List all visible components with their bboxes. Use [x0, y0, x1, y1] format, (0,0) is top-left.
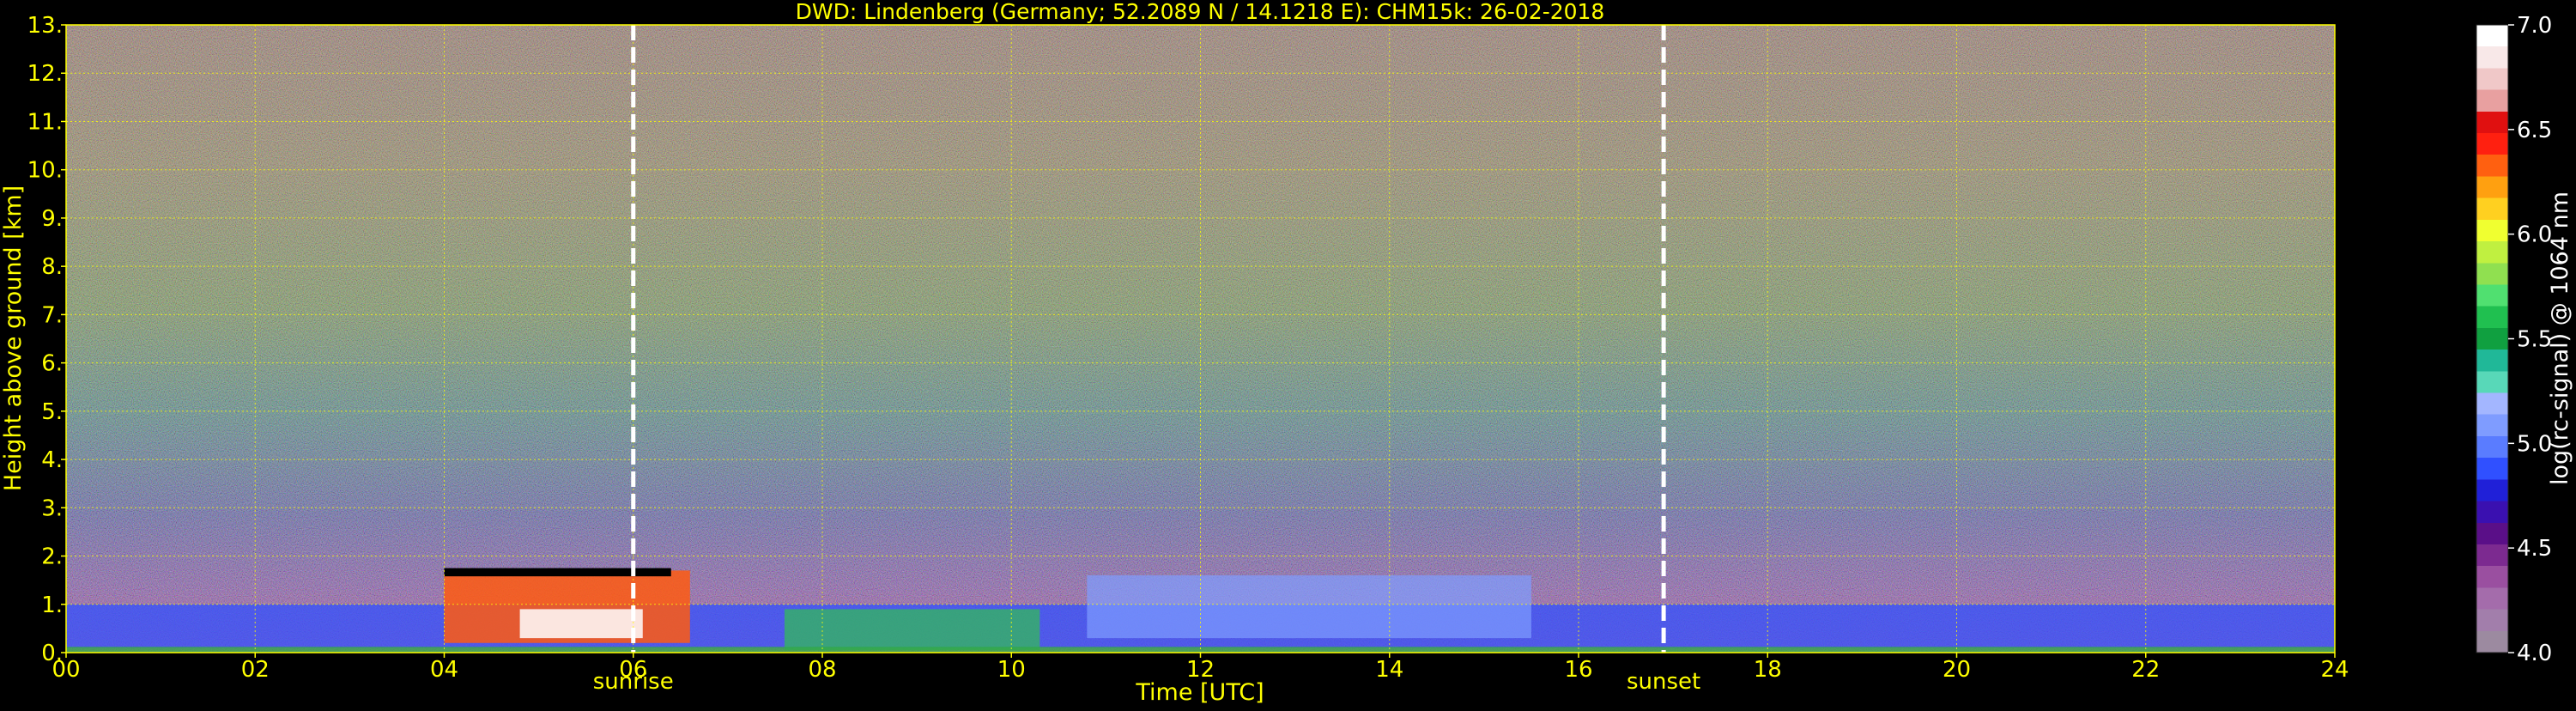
y-tick-label: 1. [41, 592, 63, 618]
y-tick-label: 8. [41, 254, 63, 280]
y-tick-label: 5. [41, 399, 63, 425]
y-tick-label: 11. [27, 109, 63, 135]
y-tick-label: 12. [27, 61, 63, 87]
feature-mixed-layer [1087, 575, 1531, 639]
colorbar-tick-label: 4.0 [2517, 641, 2552, 666]
cloud-top-edge [444, 568, 671, 577]
ceilometer-figure: sunrise sunset 00 02 04 06 08 10 12 14 16 18 20 22 24… [0, 0, 2576, 708]
y-tick-label: 4. [41, 447, 63, 473]
x-tick-label: 20 [1943, 657, 1971, 683]
x-tick-label: 24 [2320, 657, 2349, 683]
colorbar-tick-label: 4.5 [2517, 536, 2552, 562]
x-axis-ticks: 00 02 04 06 08 10 12 14 16 18 20 22 24 [52, 653, 2349, 683]
sunset-label: sunset [1627, 669, 1700, 695]
colorbar-scale [2476, 25, 2508, 653]
chart-svg: sunrise sunset 00 02 04 06 08 10 12 14 16 18 20 22 24… [0, 0, 2573, 706]
x-tick-label: 06 [619, 657, 647, 683]
colorbar: 4.04.55.05.56.06.57.0 log(rc-signal) @ 1… [2476, 13, 2573, 666]
y-tick-label: 10. [27, 158, 63, 184]
x-tick-label: 14 [1375, 657, 1403, 683]
cloud-core [519, 609, 643, 639]
x-tick-label: 04 [430, 657, 458, 683]
colorbar-label: log(rc-signal) @ 1064 nm [2547, 191, 2573, 485]
y-tick-label: 6. [41, 351, 63, 377]
x-tick-label: 16 [1564, 657, 1592, 683]
y-tick-label: 3. [41, 495, 63, 521]
y-tick-label: 13. [27, 13, 63, 39]
y-tick-label: 0. [41, 641, 63, 666]
x-tick-label: 22 [2131, 657, 2160, 683]
colorbar-ticks: 4.04.55.05.56.06.57.0 [2508, 13, 2552, 666]
x-tick-label: 02 [241, 657, 270, 683]
colorbar-tick-label: 6.5 [2517, 118, 2552, 143]
y-tick-label: 9. [41, 206, 63, 232]
feature-cloud-patches [784, 609, 1040, 651]
y-tick-label: 2. [41, 544, 63, 570]
x-tick-label: 18 [1754, 657, 1782, 683]
x-tick-label: 08 [808, 657, 836, 683]
chart-title: DWD: Lindenberg (Germany; 52.2089 N / 14… [796, 0, 1605, 24]
x-tick-label: 10 [997, 657, 1026, 683]
colorbar-tick-label: 7.0 [2517, 13, 2552, 39]
y-axis-label: Height above ground [km] [0, 185, 27, 491]
x-axis-label: Time [UTC] [1135, 679, 1264, 706]
y-tick-label: 7. [41, 302, 63, 328]
y-axis-ticks: 0. 1. 2. 3. 4. 5. 6. 7. 8. 9. 10. 11. 12. 13. [27, 13, 66, 666]
